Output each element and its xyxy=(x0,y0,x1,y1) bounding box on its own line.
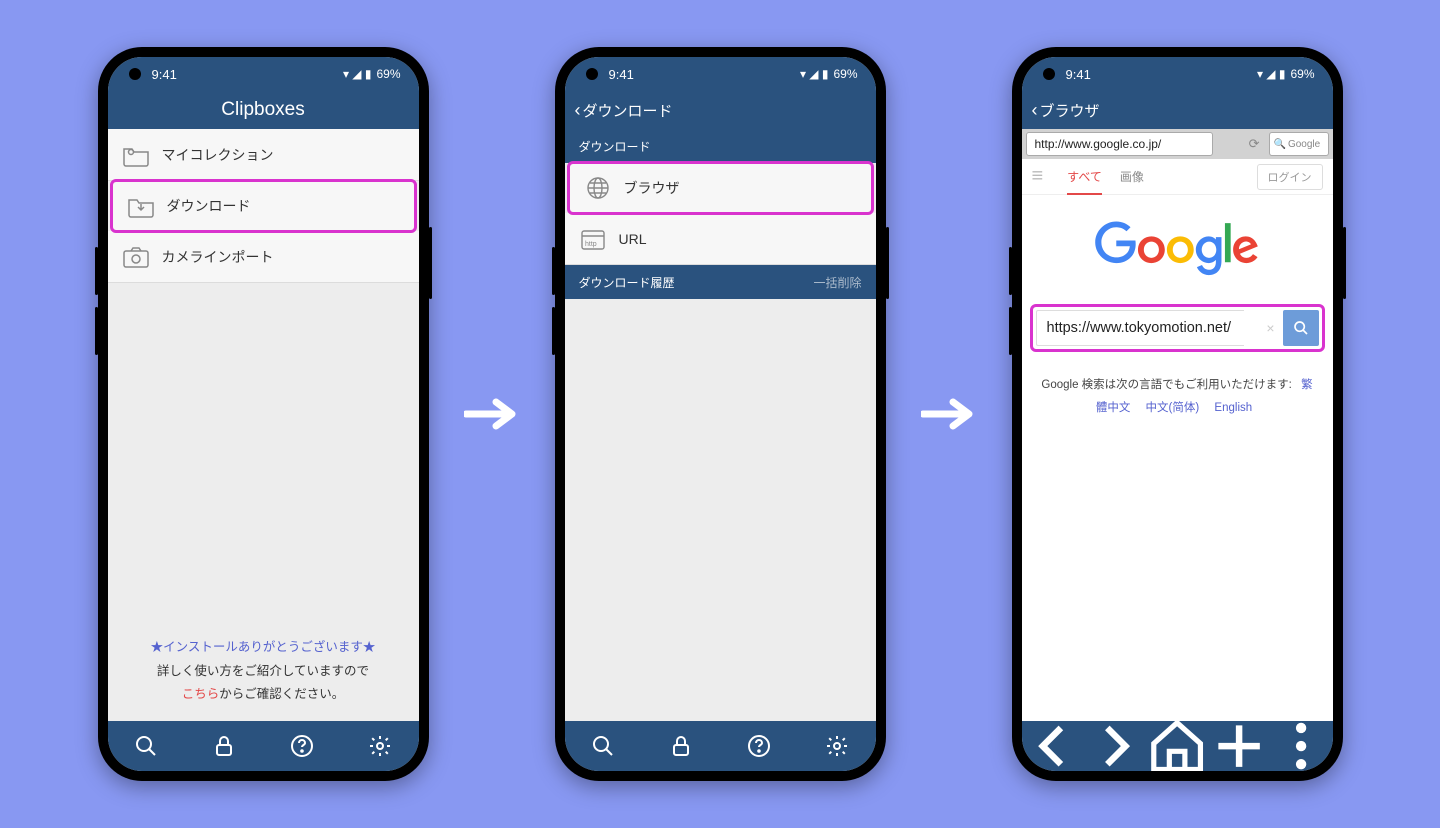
menu-my-collection[interactable]: マイコレクション xyxy=(108,129,419,181)
detail-text-2: からご確認ください。 xyxy=(219,687,344,701)
search-icon xyxy=(1293,320,1309,336)
bottom-nav xyxy=(565,721,876,771)
camera-hole-icon xyxy=(1043,68,1055,80)
status-time: 9:41 xyxy=(1066,67,1091,82)
folder-clip-icon xyxy=(122,143,150,167)
help-icon[interactable] xyxy=(290,734,314,758)
detail-text-1: 詳しく使い方をご紹介していますので xyxy=(120,660,407,684)
google-search-input[interactable] xyxy=(1036,310,1244,346)
google-lang-text: Google 検索は次の言語でもご利用いただけます: 繁體中文 中文(简体) E… xyxy=(1022,356,1333,420)
google-logo xyxy=(1022,195,1333,304)
menu-label: カメラインポート xyxy=(162,247,274,267)
plus-icon[interactable] xyxy=(1208,715,1270,771)
status-bar: 9:41 ▾ ◢ ▮ 69% xyxy=(565,57,876,91)
battery-percent: 69% xyxy=(1290,67,1314,81)
footer-text: ★インストールありがとうございます★ 詳しく使い方をご紹介していますので こちら… xyxy=(108,636,419,707)
menu-label: ブラウザ xyxy=(624,178,680,198)
thank-you-text: ★インストールありがとうございます★ xyxy=(120,636,407,660)
battery-percent: 69% xyxy=(376,67,400,81)
google-search-row: × xyxy=(1030,304,1325,352)
app-title: Clipboxes xyxy=(108,91,419,129)
page-title: ダウンロード xyxy=(583,100,673,121)
battery-percent: 69% xyxy=(833,67,857,81)
page-header[interactable]: ‹ ブラウザ xyxy=(1022,91,1333,129)
folder-download-icon xyxy=(127,194,155,218)
menu-label: マイコレクション xyxy=(162,145,274,165)
search-icon[interactable] xyxy=(134,734,158,758)
lock-icon[interactable] xyxy=(212,734,236,758)
menu-label: URL xyxy=(619,231,647,247)
url-search-box[interactable]: 🔍 Google xyxy=(1269,132,1329,156)
lock-icon[interactable] xyxy=(669,734,693,758)
arrow-icon xyxy=(457,397,527,431)
phone-screen-3: 9:41 ▾ ◢ ▮ 69% ‹ ブラウザ ⟳ 🔍 Google ≡ すべて 画… xyxy=(1012,47,1343,781)
phone-screen-2: 9:41 ▾ ◢ ▮ 69% ‹ ダウンロード ダウンロード ブラウザ http… xyxy=(555,47,886,781)
menu-camera-import[interactable]: カメラインポート xyxy=(108,231,419,283)
menu-label: ダウンロード xyxy=(167,196,251,216)
search-icon: 🔍 xyxy=(1274,139,1286,150)
bulk-delete-button[interactable]: 一括削除 xyxy=(813,274,861,291)
more-icon[interactable] xyxy=(1270,715,1332,771)
back-icon[interactable]: ‹ xyxy=(1032,100,1038,121)
tab-all[interactable]: すべて xyxy=(1067,168,1102,195)
lang-link-3[interactable]: English xyxy=(1214,402,1252,414)
section-download: ダウンロード xyxy=(565,129,876,163)
status-bar: 9:41 ▾ ◢ ▮ 69% xyxy=(108,57,419,91)
help-icon[interactable] xyxy=(747,734,771,758)
clear-icon[interactable]: × xyxy=(1266,320,1274,336)
section-history: ダウンロード履歴 一括削除 xyxy=(565,265,876,299)
signal-icon: ▾ ◢ ▮ xyxy=(343,67,372,81)
forward-icon[interactable] xyxy=(1084,715,1146,771)
help-link[interactable]: こちら xyxy=(182,687,220,701)
home-icon[interactable] xyxy=(1146,715,1208,771)
google-logo-icon xyxy=(1095,221,1259,277)
gear-icon[interactable] xyxy=(368,734,392,758)
menu-download[interactable]: ダウンロード xyxy=(110,179,417,233)
globe-icon xyxy=(584,176,612,200)
gear-icon[interactable] xyxy=(825,734,849,758)
browser-nav xyxy=(1022,721,1333,771)
tab-images[interactable]: 画像 xyxy=(1120,168,1144,185)
menu-browser[interactable]: ブラウザ xyxy=(567,161,874,215)
status-time: 9:41 xyxy=(152,67,177,82)
url-input[interactable] xyxy=(1026,132,1213,156)
menu-url[interactable]: http URL xyxy=(565,213,876,265)
camera-icon xyxy=(122,245,150,269)
signal-icon: ▾ ◢ ▮ xyxy=(1257,67,1286,81)
login-button[interactable]: ログイン xyxy=(1257,164,1323,190)
back-icon[interactable]: ‹ xyxy=(575,100,581,121)
back-icon[interactable] xyxy=(1022,715,1084,771)
page-header[interactable]: ‹ ダウンロード xyxy=(565,91,876,129)
arrow-icon xyxy=(914,397,984,431)
camera-hole-icon xyxy=(129,68,141,80)
hamburger-icon[interactable]: ≡ xyxy=(1032,165,1044,188)
camera-hole-icon xyxy=(586,68,598,80)
url-bar: ⟳ 🔍 Google xyxy=(1022,129,1333,159)
page-title: ブラウザ xyxy=(1040,100,1100,121)
reload-icon[interactable]: ⟳ xyxy=(1249,136,1260,152)
lang-link-2[interactable]: 中文(简体) xyxy=(1146,402,1200,414)
http-icon: http xyxy=(579,227,607,251)
status-time: 9:41 xyxy=(609,67,634,82)
search-icon[interactable] xyxy=(591,734,615,758)
google-search-button[interactable] xyxy=(1283,310,1319,346)
status-bar: 9:41 ▾ ◢ ▮ 69% xyxy=(1022,57,1333,91)
bottom-nav xyxy=(108,721,419,771)
signal-icon: ▾ ◢ ▮ xyxy=(800,67,829,81)
phone-screen-1: 9:41 ▾ ◢ ▮ 69% Clipboxes マイコレクション ダウンロード… xyxy=(98,47,429,781)
google-tabs: ≡ すべて 画像 ログイン xyxy=(1022,159,1333,195)
svg-text:http: http xyxy=(585,241,597,248)
